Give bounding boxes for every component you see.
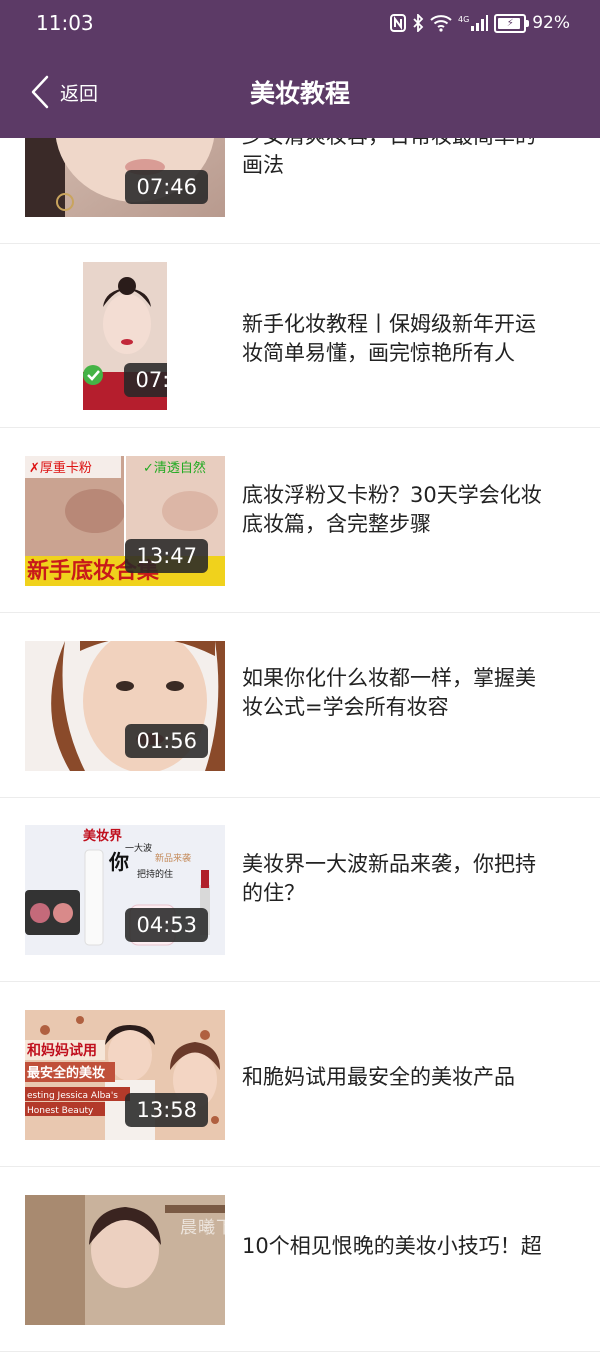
video-title: 美妆界一大波新品来袭，你把持 的住？ — [242, 850, 572, 908]
bluetooth-icon — [412, 14, 424, 32]
video-title-line: 底妆篇，含完整步骤 — [242, 512, 431, 536]
video-title-line: 妆简单易懂，画完惊艳所有人 — [242, 341, 515, 365]
video-duration: 13:47 — [125, 539, 208, 573]
video-list-item[interactable]: 美妆界 一大波 你 新品来袭 把持的住 04:53 美妆界一大波新品来袭，你把持… — [0, 798, 600, 982]
video-title-line: 底妆浮粉又卡粉？30天学会化妆 — [242, 483, 542, 507]
video-title-line: 画法 — [242, 153, 284, 177]
video-duration: 07:25 — [124, 363, 167, 397]
video-title-line: 新手化妆教程丨保姆级新年开运 — [242, 312, 536, 336]
thumbnail-text: 你 — [108, 850, 129, 874]
thumbnail-text: 新品来袭 — [155, 852, 191, 864]
nav-bar: 返回 美妆教程 — [0, 46, 600, 138]
wifi-icon — [430, 14, 452, 32]
network-type-label: 4G — [458, 15, 469, 24]
thumbnail-left-tag: ✗厚重卡粉 — [29, 460, 92, 476]
video-duration: 13:58 — [125, 1093, 208, 1127]
thumbnail-text: Honest Beauty — [27, 1106, 94, 1116]
thumbnail-text: 把持的住 — [137, 868, 173, 880]
video-title-line: 如果你化什么妆都一样，掌握美 — [242, 666, 536, 690]
video-title-line: 和脆妈试用最安全的美妆产品 — [242, 1065, 515, 1089]
charging-bolt-icon: ⚡ — [506, 17, 514, 29]
thumbnail-text: 和妈妈试用 — [27, 1042, 97, 1059]
battery-icon: ⚡ — [494, 13, 530, 33]
status-time: 11:03 — [36, 11, 94, 35]
thumbnail-text: 最安全的美妆 — [27, 1065, 105, 1081]
video-list-item[interactable]: 10个相见恨晚的美妆小技巧！超 — [0, 1168, 600, 1352]
video-list-item[interactable]: ✗厚重卡粉 ✓清透自然 新手底妆合集 13:47 底妆浮粉又卡粉？30天学会化妆… — [0, 429, 600, 613]
video-thumbnail: 和妈妈试用 最安全的美妆 esting Jessica Alba's Hones… — [25, 1010, 225, 1140]
status-icons: 4G ⚡ 92% — [390, 11, 570, 35]
video-duration: 01:56 — [125, 724, 208, 758]
video-title-line: 美妆界一大波新品来袭，你把持 — [242, 852, 536, 876]
nfc-icon — [390, 14, 407, 32]
watermark: 晨曦下载 • CXLEDU.COM — [180, 1218, 401, 1238]
battery-percent: 92% — [532, 13, 570, 33]
video-title: 如果你化什么妆都一样，掌握美 妆公式=学会所有妆容 — [242, 664, 572, 722]
thumbnail-text: esting Jessica Alba's — [27, 1091, 118, 1101]
thumbnail-text: 一大波 — [125, 842, 152, 854]
video-title: 新手化妆教程丨保姆级新年开运 妆简单易懂，画完惊艳所有人 — [242, 310, 572, 368]
video-duration: 07:46 — [125, 170, 208, 204]
video-thumbnail: 01:56 — [25, 641, 225, 771]
video-thumbnail: 美妆界 一大波 你 新品来袭 把持的住 04:53 — [25, 825, 225, 955]
video-duration: 04:53 — [125, 908, 208, 942]
video-title: 和脆妈试用最安全的美妆产品 — [242, 1063, 572, 1092]
video-list-item[interactable]: 07:25 新手化妆教程丨保姆级新年开运 妆简单易懂，画完惊艳所有人 — [0, 244, 600, 428]
cellular-signal-icon: 4G — [458, 14, 489, 32]
status-bar: 11:03 4G ⚡ 92% — [0, 0, 600, 46]
video-thumbnail: ✗厚重卡粉 ✓清透自然 新手底妆合集 13:47 — [25, 456, 225, 586]
page-title: 美妆教程 — [249, 79, 350, 108]
video-title: 底妆浮粉又卡粉？30天学会化妆 底妆篇，含完整步骤 — [242, 481, 572, 539]
thumbnail-right-tag: ✓清透自然 — [143, 460, 206, 476]
video-title-line: 妆公式=学会所有妆容 — [242, 695, 449, 719]
video-title-line: 的住？ — [242, 881, 305, 905]
thumbnail-text: 美妆界 — [83, 828, 122, 844]
video-list-item[interactable]: 和妈妈试用 最安全的美妆 esting Jessica Alba's Hones… — [0, 983, 600, 1167]
video-list-item[interactable]: 01:56 如果你化什么妆都一样，掌握美 妆公式=学会所有妆容 — [0, 614, 600, 798]
video-thumbnail: 07:25 — [83, 262, 167, 410]
